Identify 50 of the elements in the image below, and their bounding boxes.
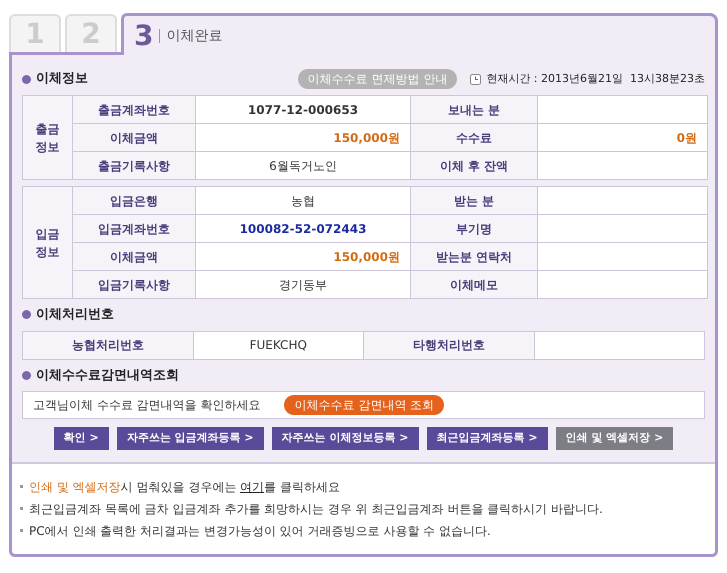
bullet-icon <box>20 529 23 532</box>
field-label: 이체금액 <box>72 124 196 152</box>
note-text: PC에서 인쇄 출력한 처리결과는 변경가능성이 있어 거래증빙으로 사용할 수 없습니다. <box>29 522 491 540</box>
tab[interactable]: 3 이체완료 <box>121 13 718 55</box>
action-button[interactable]: 인쇄 및 엑셀저장 > <box>556 427 674 450</box>
field-label: 출금계좌번호 <box>72 96 196 124</box>
field-label: 수수료 <box>410 124 538 152</box>
field-value: 1077-12-000653 <box>196 96 410 124</box>
field-value: 150,000원 <box>196 124 410 152</box>
field-value: 100082-52-072443 <box>196 214 410 242</box>
current-time: 현재시간 : 2013년6월21일 13시38분23초 <box>486 70 705 87</box>
action-button[interactable]: 확인 > <box>54 427 109 450</box>
field-label: 출금기록사항 <box>72 152 196 180</box>
field-label: 농협처리번호 <box>22 331 193 359</box>
field-label: 부기명 <box>410 214 538 242</box>
group-heading: 입금 정보 <box>22 186 72 298</box>
field-label: 입금기록사항 <box>72 270 196 298</box>
field-value: 경기동부 <box>196 270 410 298</box>
action-button[interactable]: 자주쓰는 입금계좌등록 > <box>116 427 264 450</box>
field-label: 타행처리번호 <box>364 331 534 359</box>
field-label: 이체 후 잔액 <box>410 152 538 180</box>
field-value: 농협 <box>196 186 410 214</box>
section-title: 이체수수료감면내역조회 <box>36 366 179 384</box>
bullet-icon <box>20 485 23 488</box>
field-label: 받는분 연락처 <box>410 242 538 270</box>
here-link[interactable]: 여기 <box>240 480 264 494</box>
action-button[interactable]: 자주쓰는 이체정보등록 > <box>272 427 419 450</box>
field-label: 입금계좌번호 <box>72 214 196 242</box>
field-value: 6월독거노인 <box>196 152 410 180</box>
section-title: 이체처리번호 <box>36 306 114 324</box>
note-text: 최근입금계좌 목록에 금차 입금계좌 추가를 희망하시는 경우 위 최근입금계좌 버튼을 클릭하시기 바랍니다. <box>29 500 603 518</box>
field-value: FUEKCHQ <box>193 331 364 359</box>
action-button[interactable]: 최근입금계좌등록 > <box>426 427 548 450</box>
field-label: 받는 분 <box>410 186 538 214</box>
group-heading: 출금 정보 <box>22 96 72 180</box>
section-title: 이체정보 <box>36 70 88 88</box>
field-value: 0원 <box>538 124 708 152</box>
field-label: 보내는 분 <box>410 96 538 124</box>
clock-icon <box>470 74 482 84</box>
field-label: 이체메모 <box>410 270 538 298</box>
bullet-icon <box>22 370 31 380</box>
field-label: 입금은행 <box>72 186 196 214</box>
field-label: 이체금액 <box>72 242 196 270</box>
message-text: 고객님이체 수수료 감면내역을 확인하세요 <box>33 397 260 414</box>
field-value: 150,000원 <box>196 242 410 270</box>
bullet-icon <box>22 74 31 84</box>
bullet-icon <box>20 507 23 510</box>
fee-lookup-button[interactable]: 이체수수료 감면내역 조회 <box>284 395 444 415</box>
note-text: 인쇄 및 엑셀저장시 멈춰있을 경우에는 여기를 클릭하세요 <box>29 478 340 496</box>
bullet-icon <box>22 310 31 320</box>
